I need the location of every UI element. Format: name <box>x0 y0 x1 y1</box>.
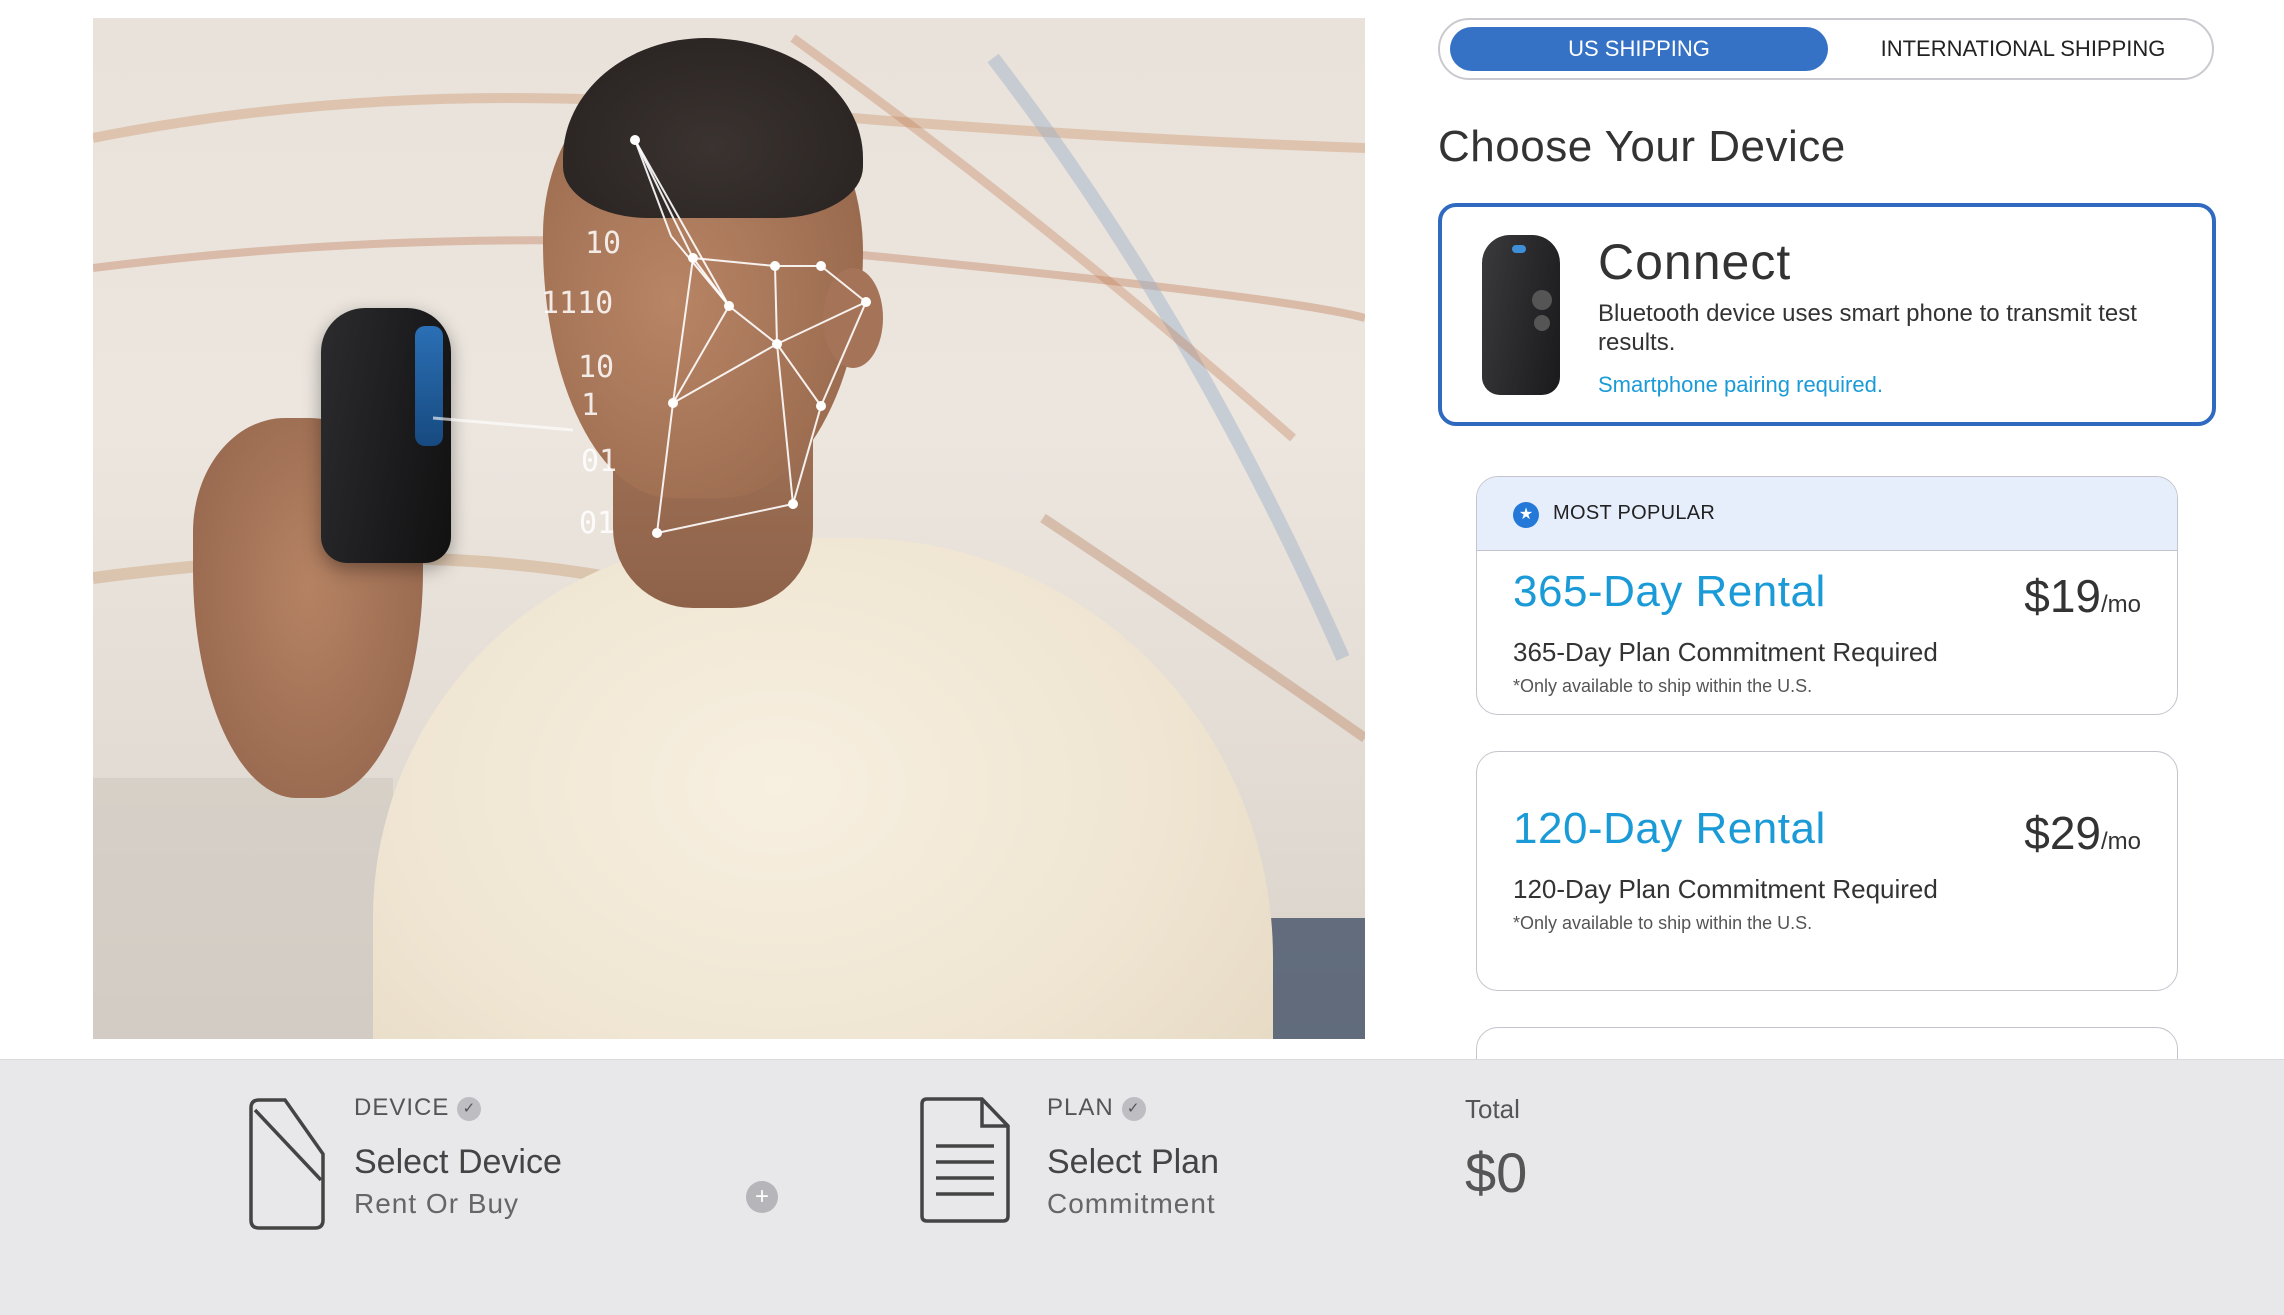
device-led <box>1512 245 1526 253</box>
document-icon <box>920 1097 1010 1223</box>
total-value: $0 <box>1465 1141 1528 1204</box>
price-period: /mo <box>2100 828 2141 855</box>
most-popular-banner: ★ MOST POPULAR <box>1477 477 2177 551</box>
plan-step-subtitle: Commitment <box>1047 1188 1216 1219</box>
device-name: Connect <box>1598 234 1792 290</box>
binary-digits: 10 <box>585 226 622 261</box>
device-outline-icon <box>249 1098 325 1230</box>
face-mesh-overlay <box>432 135 871 538</box>
device-button <box>1534 315 1550 331</box>
plan-commitment: 120-Day Plan Commitment Required <box>1513 874 1938 904</box>
most-popular-label: MOST POPULAR <box>1553 502 1716 524</box>
price-amount: $29 <box>2024 807 2101 859</box>
device-step-subtitle: Rent Or Buy <box>354 1188 520 1219</box>
check-icon: ✓ <box>1121 1096 1146 1121</box>
device-step-title: Select Device <box>354 1143 562 1181</box>
price-amount: $19 <box>2024 570 2101 622</box>
plan-price: $29/mo <box>2024 806 2141 860</box>
device-step-label: DEVICE ✓ <box>354 1094 482 1122</box>
price-period: /mo <box>2100 591 2141 618</box>
section-title: Choose Your Device <box>1438 122 1846 171</box>
total-label: Total <box>1465 1094 1520 1124</box>
tab-us-shipping[interactable]: US SHIPPING <box>1450 27 1828 71</box>
plan-option-365-day[interactable]: ★ MOST POPULAR 365-Day Rental $19/mo 365… <box>1476 476 2178 715</box>
plus-icon: + <box>746 1181 778 1213</box>
plan-step-title: Select Plan <box>1047 1143 1219 1181</box>
shipping-toggle: US SHIPPING INTERNATIONAL SHIPPING <box>1438 18 2214 80</box>
device-note: Smartphone pairing required. <box>1598 372 1883 397</box>
hero-image: 10 1110 10 1 01 01 <box>93 18 1365 1039</box>
plan-fine-print: *Only available to ship within the U.S. <box>1513 676 1813 696</box>
plan-step-label: PLAN ✓ <box>1047 1094 1146 1122</box>
order-summary-bar: DEVICE ✓ Select Device Rent Or Buy + PLAN… <box>0 1059 2284 1315</box>
binary-digits: 1110 <box>541 286 614 321</box>
plan-name: 120-Day Rental <box>1513 804 1826 853</box>
binary-digits: 10 <box>578 350 615 385</box>
device-option-connect[interactable]: Connect Bluetooth device uses smart phon… <box>1438 203 2216 426</box>
plan-price: $19/mo <box>2024 569 2141 623</box>
device-button <box>1532 290 1552 310</box>
check-icon: ✓ <box>457 1096 482 1121</box>
tab-international-shipping[interactable]: INTERNATIONAL SHIPPING <box>1840 27 2206 71</box>
binary-digits: 01 <box>579 506 616 541</box>
device-description: Bluetooth device uses smart phone to tra… <box>1598 300 2137 356</box>
star-icon: ★ <box>1513 502 1539 528</box>
binary-digits: 01 <box>581 444 618 479</box>
plan-name: 365-Day Rental <box>1513 567 1826 616</box>
device-thumbnail <box>1482 235 1560 395</box>
binary-digits: 1 <box>581 388 600 423</box>
plan-option-120-day[interactable]: 120-Day Rental $29/mo 120-Day Plan Commi… <box>1476 751 2178 991</box>
plan-commitment: 365-Day Plan Commitment Required <box>1513 637 1938 667</box>
plan-fine-print: *Only available to ship within the U.S. <box>1513 913 1813 933</box>
